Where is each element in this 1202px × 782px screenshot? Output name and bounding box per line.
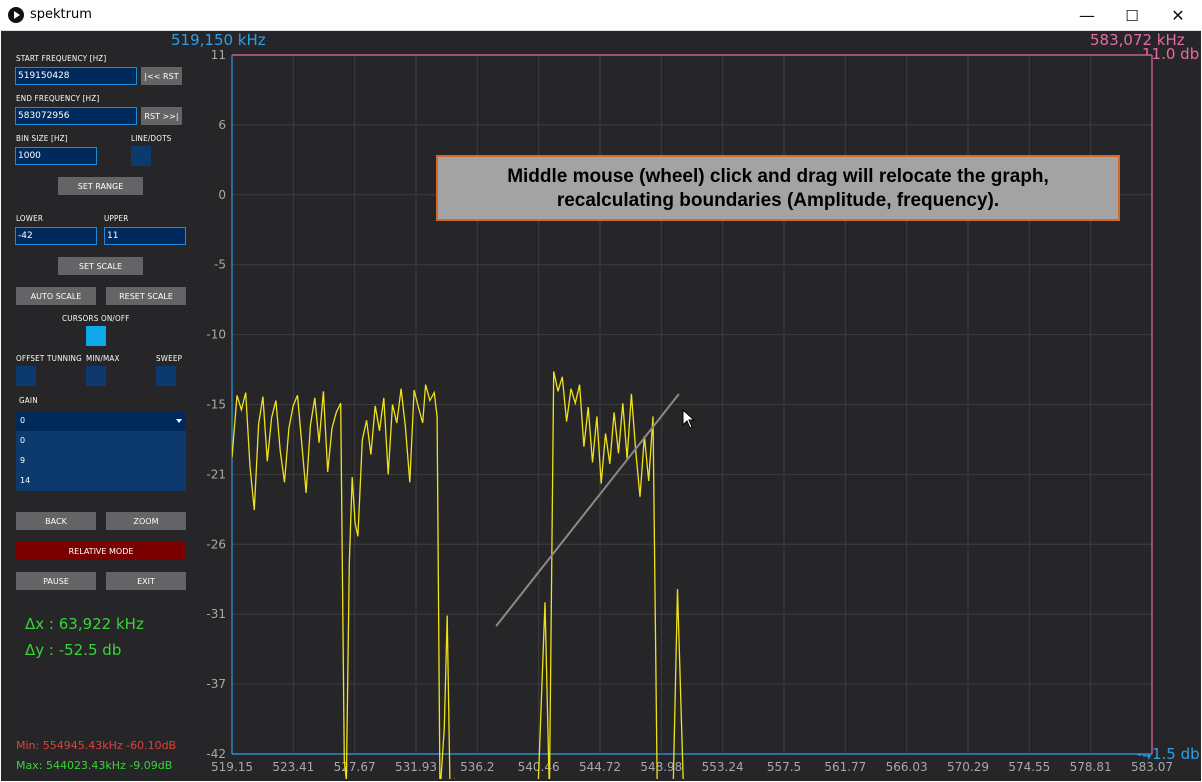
drag-hint-tooltip: Middle mouse (wheel) click and drag will… (436, 155, 1120, 221)
lower-amplitude-label: -41.5 db (1137, 745, 1200, 763)
close-button[interactable]: ✕ (1155, 0, 1201, 31)
x-tick-label: 566.03 (886, 760, 928, 774)
gain-label: GAIN (19, 396, 38, 405)
delta-x-readout: Δx : 63,922 kHz (25, 615, 144, 633)
y-tick-label: 11 (211, 48, 226, 62)
chevron-down-icon (176, 419, 182, 423)
x-tick-label: 519.15 (211, 760, 253, 774)
set-scale-button[interactable]: SET SCALE (58, 257, 143, 275)
zoom-button[interactable]: ZOOM (106, 512, 186, 530)
delta-y-readout: Δy : -52.5 db (25, 641, 122, 659)
exit-button[interactable]: EXIT (106, 572, 186, 590)
reset-end-button[interactable]: RST >>| (141, 107, 182, 125)
bin-size-label: BIN SIZE [HZ] (16, 134, 68, 143)
measurement-cursor-line (495, 393, 680, 627)
line-dots-label: LINE/DOTS (131, 134, 172, 143)
x-tick-label: 553.24 (702, 760, 744, 774)
app-play-icon (8, 7, 24, 23)
cursors-label: CURSORS ON/OFF (62, 314, 130, 323)
y-tick-label: -15 (206, 398, 226, 412)
min-readout: Min: 554945.43kHz -60.10dB (16, 739, 177, 752)
bin-size-input[interactable]: 1000 (15, 147, 97, 165)
tooltip-line-2: recalculating boundaries (Amplitude, fre… (556, 190, 1000, 211)
start-frequency-label: START FREQUENCY [HZ] (16, 54, 107, 63)
min-max-label: MIN/MAX (86, 354, 120, 363)
y-tick-label: 0 (218, 188, 226, 202)
offset-tuning-label: OFFSET TUNNING (16, 354, 82, 363)
y-tick-label: -37 (206, 677, 226, 691)
x-tick-label: 570.29 (947, 760, 989, 774)
mouse-pointer-icon (682, 409, 696, 429)
upper-label: UPPER (104, 214, 129, 223)
gain-option[interactable]: 0 (16, 431, 186, 451)
relative-mode-button[interactable]: RELATIVE MODE (16, 542, 186, 560)
x-tick-label: 578.81 (1070, 760, 1112, 774)
upper-input[interactable]: 11 (104, 227, 186, 245)
window-titlebar: spektrum — ☐ ✕ (0, 0, 1202, 31)
cursors-toggle[interactable] (86, 326, 106, 346)
set-range-button[interactable]: SET RANGE (58, 177, 143, 195)
sweep-toggle[interactable] (156, 366, 176, 386)
x-tick-label: 523.41 (272, 760, 314, 774)
x-tick-label: 548.98 (640, 760, 682, 774)
control-panel: START FREQUENCY [HZ] 519150428 |<< RST E… (1, 31, 201, 781)
upper-amplitude-label: 11.0 db (1142, 45, 1200, 63)
lower-input[interactable]: -42 (15, 227, 97, 245)
y-tick-label: -10 (206, 328, 226, 342)
gain-option[interactable]: 9 (16, 451, 186, 471)
x-tick-label: 536.2 (460, 760, 494, 774)
offset-tuning-toggle[interactable] (16, 366, 36, 386)
y-tick-label: -42 (206, 747, 226, 761)
spectrum-trace (232, 371, 684, 779)
sweep-label: SWEEP (156, 354, 183, 363)
gain-option[interactable]: 14 (16, 471, 186, 491)
start-frequency-input[interactable]: 519150428 (15, 67, 137, 85)
maximize-button[interactable]: ☐ (1109, 0, 1155, 31)
x-tick-label: 557.5 (767, 760, 801, 774)
tooltip-line-1: Middle mouse (wheel) click and drag will… (507, 166, 1049, 187)
window-title: spektrum (30, 7, 92, 22)
x-tick-label: 531.93 (395, 760, 437, 774)
x-tick-label: 561.77 (824, 760, 866, 774)
x-tick-label: 540.46 (518, 760, 560, 774)
end-frequency-input[interactable]: 583072956 (15, 107, 137, 125)
y-tick-label: -21 (206, 467, 226, 481)
reset-start-button[interactable]: |<< RST (141, 67, 182, 85)
app-canvas: START FREQUENCY [HZ] 519150428 |<< RST E… (1, 31, 1201, 781)
y-tick-label: -31 (206, 607, 226, 621)
line-dots-toggle[interactable] (131, 146, 151, 166)
y-tick-label: -26 (206, 537, 226, 551)
y-tick-label: -5 (214, 258, 226, 272)
x-tick-label: 527.67 (334, 760, 376, 774)
pause-button[interactable]: PAUSE (16, 572, 96, 590)
x-tick-label: 544.72 (579, 760, 621, 774)
minimize-button[interactable]: — (1064, 0, 1110, 31)
start-frequency-marker-label: 519,150 kHz (171, 31, 266, 49)
back-button[interactable]: BACK (16, 512, 96, 530)
end-frequency-label: END FREQUENCY [HZ] (16, 94, 100, 103)
lower-label: LOWER (16, 214, 44, 223)
x-tick-label: 574.55 (1008, 760, 1050, 774)
reset-scale-button[interactable]: RESET SCALE (106, 287, 186, 305)
gain-selected-value: 0 (20, 416, 26, 425)
max-readout: Max: 544023.43kHz -9.09dB (16, 759, 173, 772)
y-tick-label: 6 (218, 118, 226, 132)
auto-scale-button[interactable]: AUTO SCALE (16, 287, 96, 305)
min-max-toggle[interactable] (86, 366, 106, 386)
gain-select[interactable]: 0 (16, 411, 186, 431)
